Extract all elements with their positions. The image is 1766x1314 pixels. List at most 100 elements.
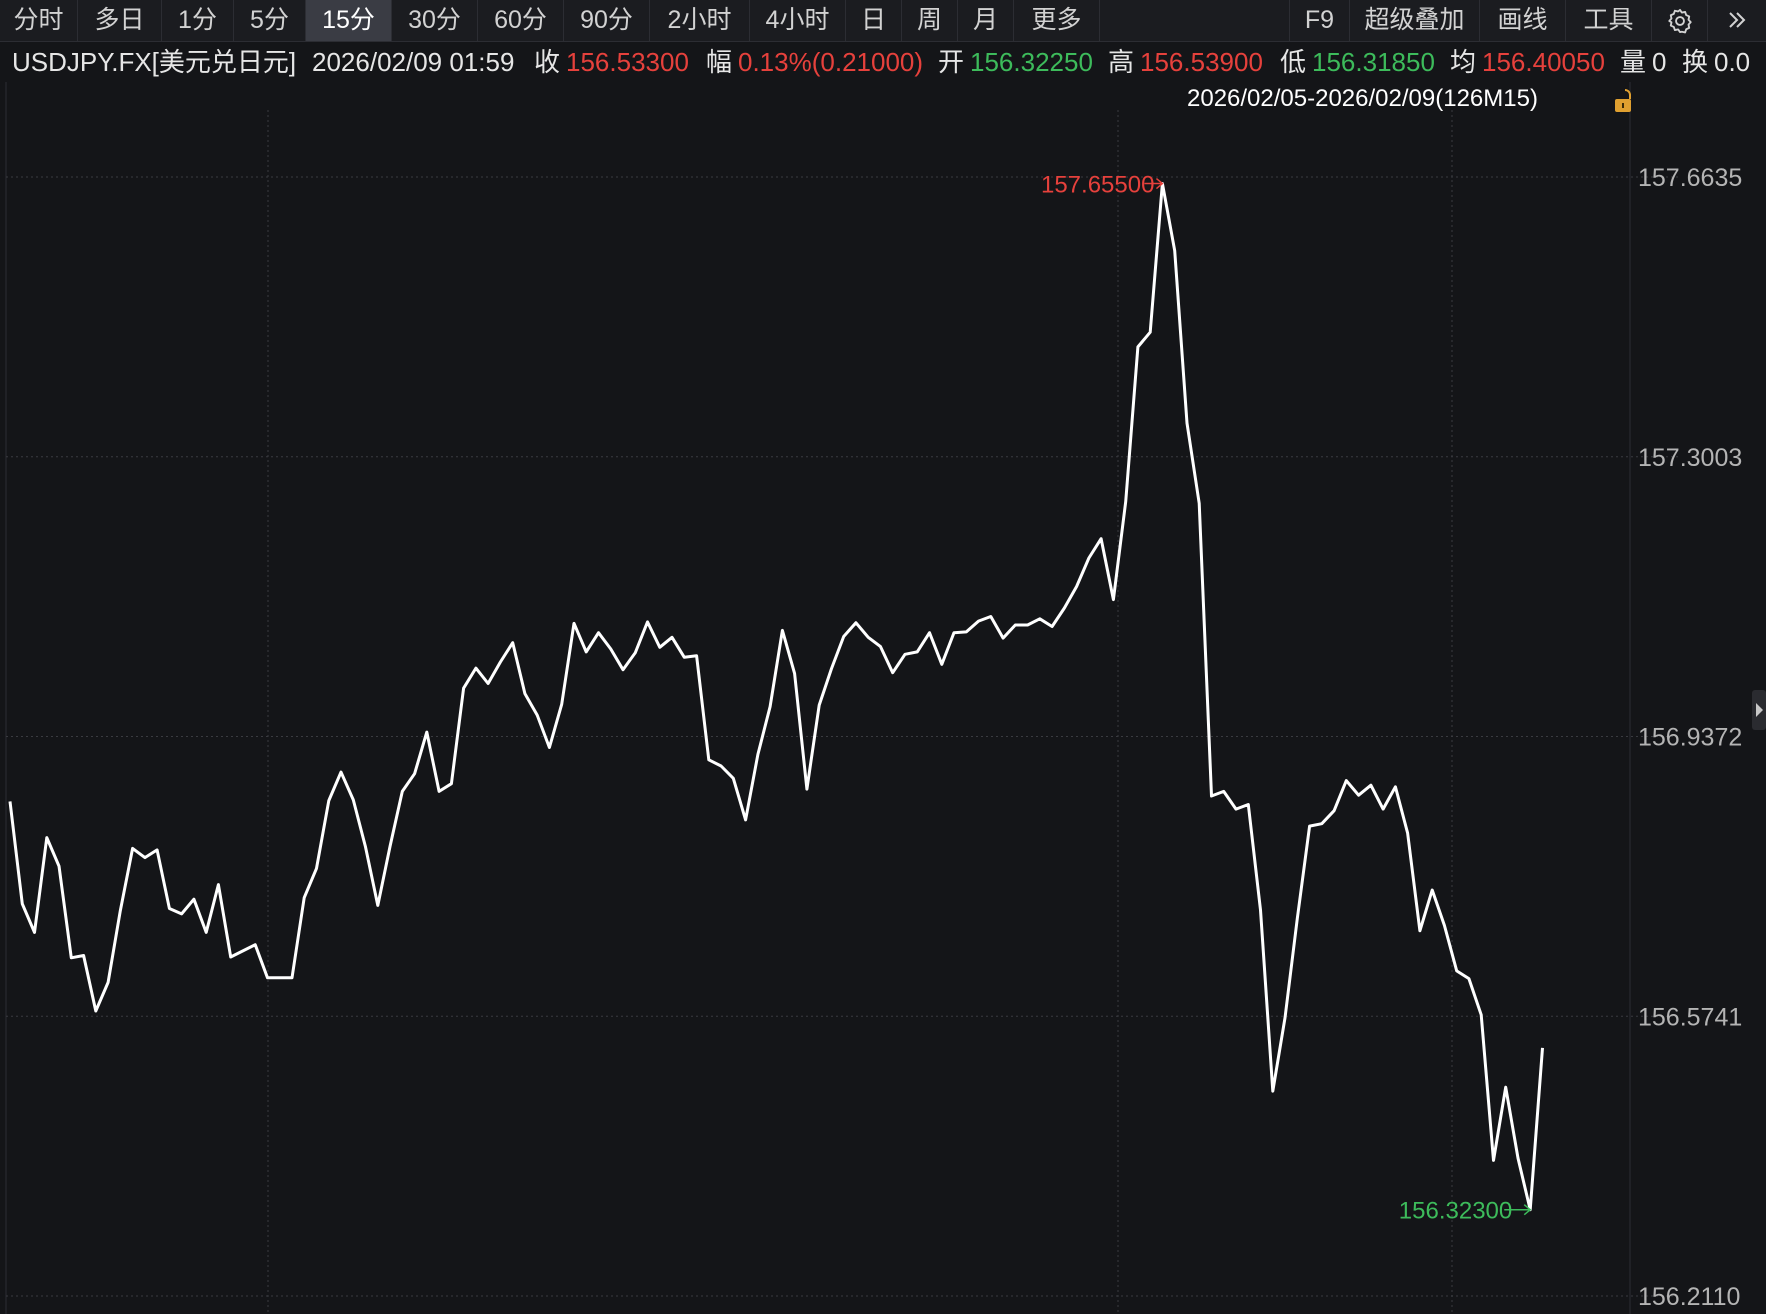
price-point (1002, 637, 1004, 639)
quote-datetime: 2026/02/09 01:59 (312, 47, 515, 77)
price-point (1492, 1159, 1494, 1161)
price-point (597, 632, 599, 634)
quote-info-bar: USDJPY.FX[美元兑日元] 2026/02/09 01:59 收 156.… (0, 42, 1766, 82)
y-tick-label: 157.6635 (1638, 164, 1742, 192)
price-point (1174, 249, 1176, 251)
tab-period-60min[interactable]: 60分 (478, 0, 564, 41)
price-point (818, 704, 820, 706)
price-point (1100, 538, 1102, 540)
price-point (95, 1010, 97, 1012)
settings-button[interactable] (1652, 0, 1708, 41)
tab-period-2h[interactable]: 2小时 (650, 0, 750, 41)
price-point (1431, 889, 1433, 891)
price-point (156, 849, 158, 851)
price-point (180, 913, 182, 915)
price-point (131, 847, 133, 849)
price-point (867, 636, 869, 638)
volume-label: 量 (1620, 47, 1647, 77)
tools-button[interactable]: 工具 (1566, 0, 1652, 41)
price-point (1419, 930, 1421, 932)
price-point (892, 672, 894, 674)
tab-period-week[interactable]: 周 (902, 0, 958, 41)
lock-icon[interactable] (1614, 88, 1636, 114)
f9-button[interactable]: F9 (1290, 0, 1350, 41)
price-point (1088, 557, 1090, 559)
price-point (58, 865, 60, 867)
tab-period-more[interactable]: 更多 (1014, 0, 1100, 41)
super-overlay-button[interactable]: 超级叠加 (1350, 0, 1480, 41)
price-point (953, 632, 955, 634)
price-point (1284, 1017, 1286, 1019)
price-point (1259, 909, 1261, 911)
tab-period-15min[interactable]: 15分 (306, 0, 392, 41)
draw-line-button[interactable]: 画线 (1480, 0, 1566, 41)
price-point (352, 799, 354, 801)
price-point (744, 819, 746, 821)
price-point (144, 856, 146, 858)
price-point (1382, 808, 1384, 810)
price-point (377, 904, 379, 906)
price-point (46, 836, 48, 838)
tab-period-90min[interactable]: 90分 (564, 0, 650, 41)
close-label: 收 (534, 47, 561, 77)
price-point (1014, 624, 1016, 626)
price-point (659, 646, 661, 648)
price-point (499, 661, 501, 663)
double-chevron-right-icon (1729, 12, 1746, 28)
price-point (70, 957, 72, 959)
price-point (806, 788, 808, 790)
price-point (21, 903, 23, 905)
price-point (965, 631, 967, 633)
price-point (1063, 607, 1065, 609)
price-point (830, 668, 832, 670)
tab-period-multiday[interactable]: 多日 (78, 0, 162, 41)
price-point (634, 652, 636, 654)
price-point (315, 867, 317, 869)
tab-period-4h[interactable]: 4小时 (750, 0, 846, 41)
avg-value: 156.40050 (1482, 47, 1605, 77)
price-point (107, 981, 109, 983)
caret-right-icon[interactable] (1752, 690, 1766, 730)
open-label: 开 (938, 47, 965, 77)
tab-period-30min[interactable]: 30分 (392, 0, 478, 41)
change-label: 幅 (706, 47, 733, 77)
tab-period-5min[interactable]: 5分 (234, 0, 306, 41)
price-point (1505, 1086, 1507, 1088)
price-point (708, 759, 710, 761)
y-tick-label: 156.5741 (1638, 1003, 1742, 1031)
price-point (671, 636, 673, 638)
price-point (266, 977, 268, 979)
price-point (1223, 790, 1225, 792)
date-range-label: 2026/02/05-2026/02/09(126M15) (1187, 85, 1538, 112)
price-point (1480, 1014, 1482, 1016)
expand-button[interactable] (1708, 0, 1766, 41)
price-point (1456, 970, 1458, 972)
price-point (475, 667, 477, 669)
price-point (573, 622, 575, 624)
turnover-value: 0.0 (1714, 47, 1751, 77)
tab-period-day[interactable]: 日 (846, 0, 902, 41)
price-point (340, 771, 342, 773)
price-point (610, 648, 612, 650)
price-point (1235, 808, 1237, 810)
price-point (1308, 825, 1310, 827)
avg-label: 均 (1450, 47, 1477, 77)
price-line-chart[interactable]: 157.6635 157.3003 156.9372 156.5741 156.2110… (0, 82, 1766, 1314)
price-point (1039, 618, 1041, 620)
price-point (769, 705, 771, 707)
price-point (1137, 346, 1139, 348)
price-point (1112, 598, 1114, 600)
price-point (879, 645, 881, 647)
price-point (793, 672, 795, 674)
period-toolbar: 分时 多日 1分 5分 15分 30分 60分 90分 2小时 4小时 日 周 … (0, 0, 1766, 42)
tab-period-fenshi[interactable]: 分时 (0, 0, 78, 41)
price-point (1357, 794, 1359, 796)
tab-period-1min[interactable]: 1分 (162, 0, 234, 41)
tab-period-month[interactable]: 月 (958, 0, 1014, 41)
price-point (1075, 585, 1077, 587)
price-point (1125, 501, 1127, 503)
price-point (291, 977, 293, 979)
price-point (928, 632, 930, 634)
price-point (1541, 1047, 1543, 1049)
price-point (1406, 832, 1408, 834)
